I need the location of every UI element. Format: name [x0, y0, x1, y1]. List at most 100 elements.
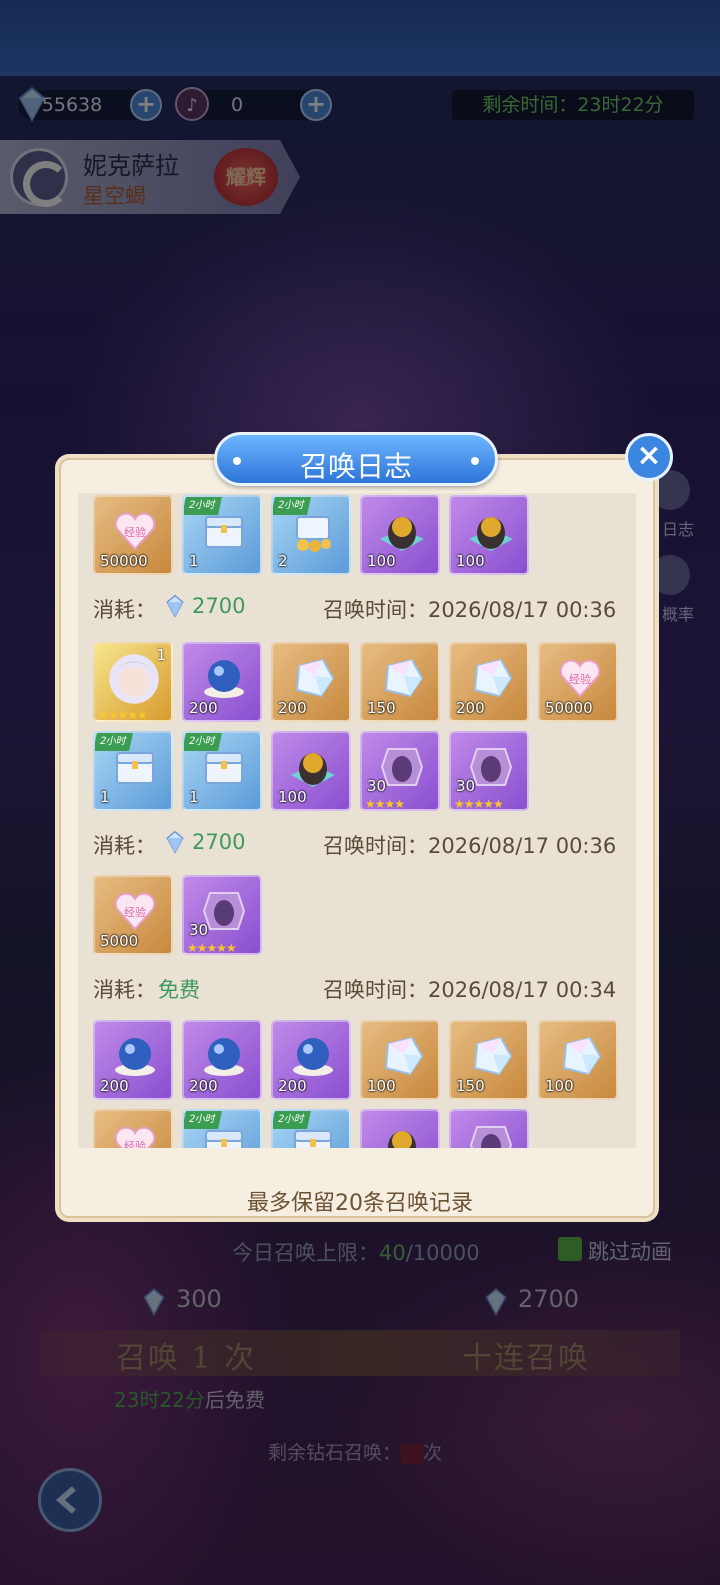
item-count: 100 — [367, 1077, 396, 1095]
crystal-icon — [295, 658, 335, 698]
star-rating: ★★★★ — [365, 797, 405, 811]
star-rating: ★★★★★ — [454, 797, 504, 811]
treasure-chest-icon — [205, 516, 243, 548]
star-rating: ★★★★★ — [98, 708, 148, 722]
log-record: 200 200 200 100 150 100 经验 2小时 2小时 — [78, 1006, 636, 1148]
item-count: 200 — [189, 1077, 218, 1095]
item-count: 200 — [100, 1077, 129, 1095]
summon-log-title-text: 召唤日志 — [299, 450, 412, 483]
summon-screen: 55638 + ♪ 0 + 剩余时间：23时22分 妮克萨拉 星空蝎 耀辉 日志… — [0, 0, 720, 1585]
crystal-orb-icon — [204, 660, 244, 698]
diamond-icon — [166, 594, 184, 618]
egg-icon — [380, 517, 424, 551]
svg-text:经验: 经验 — [569, 672, 591, 686]
reward-item[interactable]: 1 ★★★★★ — [93, 642, 173, 722]
exp-heart-icon: 经验 — [114, 512, 156, 551]
reward-item[interactable]: 100 — [360, 495, 440, 575]
exp-heart-icon: 经验 — [559, 659, 601, 698]
item-count: 200 — [278, 1077, 307, 1095]
reward-item[interactable]: 200 — [271, 642, 351, 722]
item-count: 1 — [100, 788, 110, 806]
egg-icon — [291, 753, 335, 787]
reward-item[interactable]: 100 — [360, 1020, 440, 1100]
treasure-chest-icon — [205, 752, 243, 784]
exp-heart-icon: 经验 — [114, 892, 156, 931]
log-record: 1 ★★★★★ 200 200 150 200 经验 50000 2小时 1 2小时 1 100 30 ★★… — [78, 628, 636, 872]
item-count: 100 — [545, 1077, 574, 1095]
treasure-chest-icon — [116, 752, 154, 784]
reward-item[interactable]: 经验 50000 — [538, 642, 618, 722]
item-count: 100 — [278, 788, 307, 806]
cost-label: 消耗： — [93, 834, 156, 858]
reward-item[interactable]: 100 — [538, 1020, 618, 1100]
cost-value: 2700 — [192, 594, 246, 618]
reward-item[interactable]: 2小时 1 — [93, 731, 173, 811]
item-count: 50000 — [100, 552, 148, 570]
item-count: 150 — [367, 699, 396, 717]
summon-log-list[interactable]: 经验 50000 2小时 1 2小时 2 100 100 消耗： 2700 召唤时间：2026/08… — [78, 493, 636, 1148]
reward-item[interactable] — [449, 1109, 529, 1148]
reward-item[interactable]: 2小时 — [182, 1109, 262, 1148]
log-record: 经验 50000 2小时 1 2小时 2 100 100 消耗： 2700 召唤时间：2026/08… — [78, 493, 636, 636]
reward-item[interactable]: 200 — [271, 1020, 351, 1100]
diamond-icon — [166, 830, 184, 854]
duration-tag: 2小时 — [273, 497, 311, 515]
item-count: 100 — [456, 552, 485, 570]
summon-log-title: 召唤日志 — [214, 432, 498, 486]
duration-tag: 2小时 — [184, 497, 222, 515]
duration-tag: 2小时 — [184, 1111, 222, 1129]
duration-tag: 2小时 — [95, 733, 133, 751]
reward-item[interactable]: 2小时 1 — [182, 495, 262, 575]
reward-item[interactable] — [360, 1109, 440, 1148]
item-count: 30 — [456, 777, 476, 795]
item-count: 50000 — [545, 699, 593, 717]
crystal-icon — [473, 1036, 513, 1076]
reward-item[interactable]: 2小时 1 — [182, 731, 262, 811]
duration-tag: 2小时 — [273, 1111, 311, 1129]
item-count: 2 — [278, 552, 288, 570]
crystal-icon — [473, 658, 513, 698]
reward-item[interactable]: 经验 50000 — [93, 495, 173, 575]
item-count: 1 — [156, 646, 166, 664]
item-count: 200 — [189, 699, 218, 717]
reward-item[interactable]: 200 — [93, 1020, 173, 1100]
reward-item[interactable]: 2小时 — [271, 1109, 351, 1148]
reward-item[interactable]: 30 ★★★★ — [360, 731, 440, 811]
reward-item[interactable]: 200 — [449, 642, 529, 722]
item-count: 1 — [189, 788, 199, 806]
item-count: 1 — [189, 552, 199, 570]
reward-item[interactable]: 30 ★★★★★ — [449, 731, 529, 811]
reward-item[interactable]: 30 ★★★★★ — [182, 875, 262, 955]
crystal-orb-icon — [204, 1038, 244, 1076]
svg-text:经验: 经验 — [124, 905, 146, 919]
reward-item[interactable]: 100 — [449, 495, 529, 575]
reward-item[interactable]: 150 — [449, 1020, 529, 1100]
log-footer-note: 最多保留20条召唤记录 — [247, 1191, 473, 1216]
reward-item[interactable]: 经验 — [93, 1109, 173, 1148]
reward-item[interactable]: 100 — [271, 731, 351, 811]
reward-item[interactable]: 经验 5000 — [93, 875, 173, 955]
item-count: 30 — [189, 921, 209, 939]
crystal-icon — [384, 1036, 424, 1076]
reward-item[interactable]: 150 — [360, 642, 440, 722]
cost-value: 2700 — [192, 830, 246, 854]
item-count: 200 — [456, 699, 485, 717]
soul-shard-icon — [469, 1126, 513, 1148]
summon-time: 召唤时间：2026/08/17 00:36 — [323, 834, 617, 858]
reward-item[interactable]: 200 — [182, 642, 262, 722]
crystal-orb-icon — [293, 1038, 333, 1076]
cost-label: 消耗： — [93, 978, 156, 1002]
crystal-icon — [562, 1036, 602, 1076]
svg-text:经验: 经验 — [124, 1139, 146, 1148]
item-count: 200 — [278, 699, 307, 717]
crystal-orb-icon — [115, 1038, 155, 1076]
egg-icon — [469, 517, 513, 551]
summon-time: 召唤时间：2026/08/17 00:34 — [323, 978, 617, 1002]
reward-item[interactable]: 2小时 2 — [271, 495, 351, 575]
reward-item[interactable]: 200 — [182, 1020, 262, 1100]
item-count: 5000 — [100, 932, 139, 950]
item-count: 150 — [456, 1077, 485, 1095]
close-icon[interactable]: × — [625, 433, 673, 481]
cost-value: 免费 — [158, 978, 200, 1002]
star-rating: ★★★★★ — [187, 941, 237, 955]
